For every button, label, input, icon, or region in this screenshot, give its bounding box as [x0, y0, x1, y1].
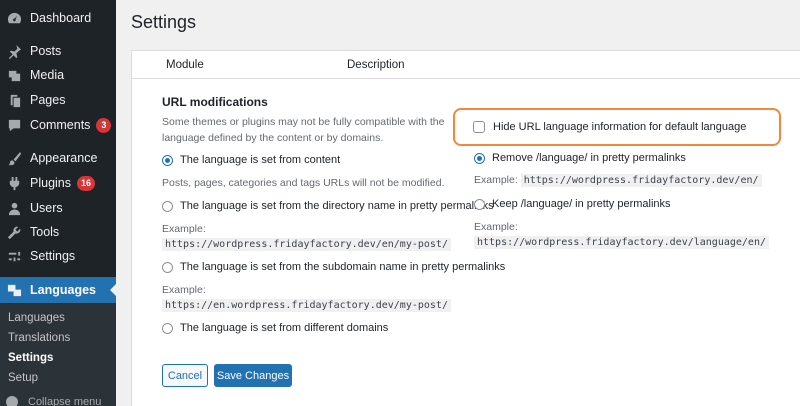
sidebar-item-settings[interactable]: Settings: [0, 244, 116, 268]
plugins-update-badge: 16: [77, 175, 96, 191]
pin-icon: [6, 43, 22, 59]
subdomain-example: Example: https://en.wordpress.fridayfact…: [162, 283, 452, 313]
sidebar-item-appearance[interactable]: Appearance: [0, 146, 116, 170]
user-icon: [6, 200, 22, 216]
option-language-from-domains[interactable]: The language is set from different domai…: [162, 322, 388, 334]
save-changes-button[interactable]: Save Changes: [214, 364, 292, 387]
submenu-item-translations[interactable]: Translations: [8, 332, 70, 344]
submenu-item-settings[interactable]: Settings: [8, 352, 53, 364]
option-label: The language is set from the directory n…: [180, 200, 494, 212]
sidebar-item-label: Pages: [30, 93, 66, 107]
sidebar-item-posts[interactable]: Posts: [0, 39, 116, 63]
url-modifications-title: URL modifications: [162, 95, 268, 109]
collapse-icon: [6, 396, 18, 406]
keep-language-example-url: https://wordpress.fridayfactory.dev/lang…: [474, 236, 769, 249]
subdomain-example-url: https://en.wordpress.fridayfactory.dev/m…: [162, 299, 451, 312]
sidebar-item-users[interactable]: Users: [0, 196, 116, 220]
sidebar-item-label: Comments: [30, 118, 91, 132]
wrench-icon: [6, 224, 22, 240]
option-label: The language is set from content: [180, 154, 341, 166]
column-header-description: Description: [347, 59, 405, 71]
sidebar-item-tools[interactable]: Tools: [0, 220, 116, 244]
sidebar-item-dashboard[interactable]: Dashboard: [0, 6, 116, 30]
radio-keep-language[interactable]: [474, 198, 485, 210]
option-language-from-content[interactable]: The language is set from content: [162, 154, 340, 166]
page-title: Settings: [131, 12, 197, 32]
collapse-label: Collapse menu: [28, 396, 102, 406]
sidebar-item-pages[interactable]: Pages: [0, 88, 116, 112]
radio-language-from-content[interactable]: [162, 154, 173, 166]
cancel-button[interactable]: Cancel: [162, 364, 208, 387]
sidebar-item-label: Plugins: [30, 176, 71, 190]
sidebar-item-plugins[interactable]: Plugins 16: [0, 171, 116, 195]
option-label: The language is set from the subdomain n…: [180, 261, 506, 273]
media-icon: [6, 67, 22, 83]
collapse-menu-button[interactable]: Collapse menu: [6, 396, 101, 406]
example-label: Example:: [162, 284, 206, 296]
submenu-item-setup[interactable]: Setup: [8, 372, 38, 384]
example-label: Example:: [162, 223, 206, 235]
admin-sidebar: Dashboard Posts Media Pages Comments 3 A…: [0, 0, 116, 406]
comments-count-badge: 3: [96, 117, 112, 133]
sidebar-item-label: Tools: [30, 225, 60, 239]
remove-language-example: Example: https://wordpress.fridayfactory…: [474, 173, 762, 188]
sidebar-item-label: Settings: [30, 249, 76, 263]
column-header-module: Module: [166, 59, 204, 71]
radio-language-from-domains[interactable]: [162, 322, 173, 334]
example-label: Example:: [474, 221, 518, 233]
option-language-from-subdomain[interactable]: The language is set from the subdomain n…: [162, 261, 505, 273]
example-label: Example:: [474, 174, 518, 186]
option-label: Remove /language/ in pretty permalinks: [492, 152, 686, 164]
option-label: The language is set from different domai…: [180, 322, 389, 334]
option-label: Keep /language/ in pretty permalinks: [492, 198, 671, 210]
radio-remove-language[interactable]: [474, 152, 485, 164]
settings-panel: Module Description URL modifications Som…: [131, 50, 800, 406]
sidebar-item-label: Posts: [30, 44, 62, 58]
translation-icon: [6, 282, 22, 298]
radio-language-from-subdomain[interactable]: [162, 261, 173, 273]
option-remove-language[interactable]: Remove /language/ in pretty permalinks: [474, 152, 686, 164]
hide-default-language-checkbox[interactable]: [473, 121, 485, 133]
submenu-item-languages[interactable]: Languages: [8, 312, 65, 324]
sidebar-item-label: Users: [30, 201, 63, 215]
remove-language-example-url: https://wordpress.fridayfactory.dev/en/: [520, 174, 762, 187]
table-header: Module Description: [132, 51, 800, 79]
sidebar-item-label: Dashboard: [30, 11, 92, 25]
sidebar-item-languages[interactable]: Languages: [0, 277, 116, 303]
radio-language-from-directory[interactable]: [162, 200, 173, 212]
keep-language-example: Example: https://wordpress.fridayfactory…: [474, 220, 784, 250]
paintbrush-icon: [6, 150, 22, 166]
directory-example-url: https://wordpress.fridayfactory.dev/en/m…: [162, 238, 451, 251]
comment-icon: [6, 117, 22, 133]
sidebar-item-label: Languages: [30, 283, 96, 297]
dashboard-icon: [6, 10, 22, 26]
settings-icon: [6, 248, 22, 264]
sidebar-item-label: Media: [30, 68, 65, 82]
option-language-from-directory[interactable]: The language is set from the directory n…: [162, 200, 494, 212]
sidebar-item-comments[interactable]: Comments 3: [0, 113, 116, 137]
directory-example: Example: https://wordpress.fridayfactory…: [162, 222, 452, 252]
content-option-note: Posts, pages, categories and tags URLs w…: [162, 177, 445, 189]
hide-default-language-label: Hide URL language information for defaul…: [493, 121, 747, 133]
pages-icon: [6, 92, 22, 108]
url-modifications-description: Some themes or plugins may not be fully …: [162, 116, 445, 144]
plugin-icon: [6, 175, 22, 191]
hide-default-language-option[interactable]: Hide URL language information for defaul…: [453, 108, 781, 146]
option-keep-language[interactable]: Keep /language/ in pretty permalinks: [474, 198, 671, 210]
languages-submenu: Languages Translations Settings Setup: [0, 303, 116, 406]
sidebar-item-media[interactable]: Media: [0, 63, 116, 87]
sidebar-item-label: Appearance: [30, 151, 98, 165]
